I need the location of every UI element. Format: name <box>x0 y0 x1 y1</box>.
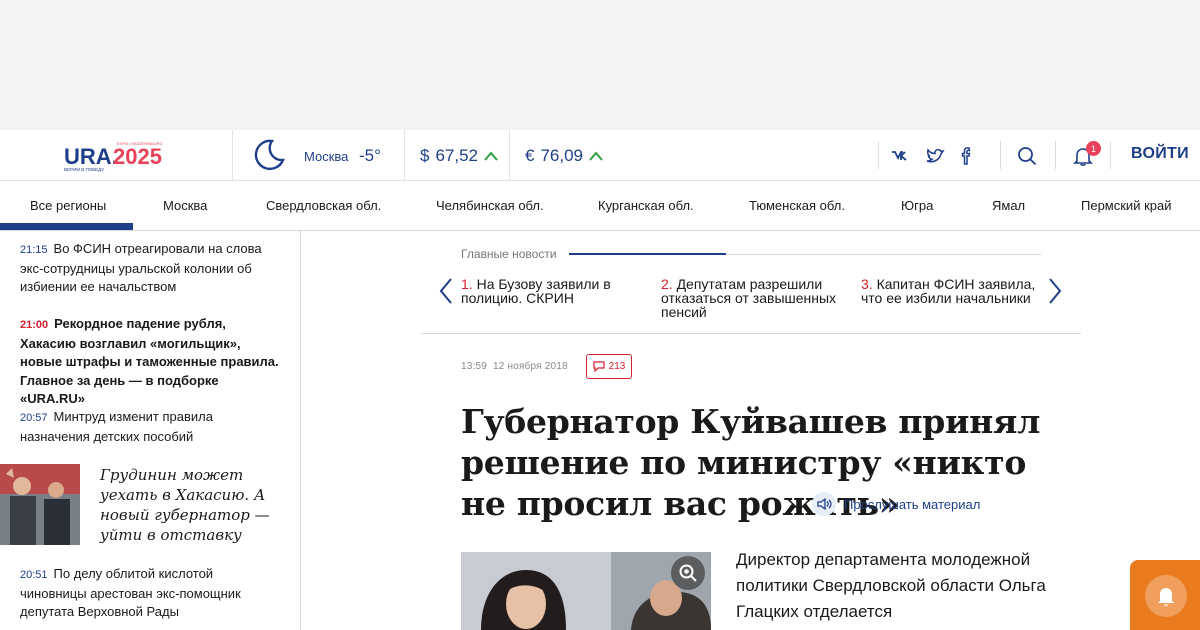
feed-time: 20:51 <box>20 569 48 581</box>
speaker-icon <box>812 492 836 516</box>
bell-icon <box>1145 575 1187 617</box>
article-meta: 13:59 12 ноября 2018 <box>461 361 568 372</box>
main-news-text: На Бузову заявили в полицию. СКРИН <box>461 276 611 306</box>
main-news-label: Главные новости <box>461 247 557 261</box>
feed-item[interactable]: 21:00 Рекордное падение рубля, Хакасию во… <box>20 315 282 409</box>
region-tab-yugra[interactable]: Югра <box>901 198 933 213</box>
region-tab-moscow[interactable]: Москва <box>163 198 207 213</box>
feed-text: Минтруд изменит правила назначения детск… <box>20 409 213 444</box>
region-tab-kurgan[interactable]: Курганская обл. <box>598 198 694 213</box>
feed-time: 21:00 <box>20 319 49 331</box>
weather-city[interactable]: Москва <box>304 149 348 164</box>
logo-main: URA. <box>64 144 118 169</box>
login-button[interactable]: ВОЙТИ <box>1131 145 1189 163</box>
feed-item[interactable]: 20:57 Минтруд изменит правила назначения … <box>20 408 282 446</box>
feed-text: Во ФСИН отреагировали на слова экс-сотру… <box>20 241 262 294</box>
active-region-indicator <box>0 223 133 230</box>
usd-rate[interactable]: $ 67,52 <box>420 146 498 166</box>
search-icon[interactable] <box>1016 145 1038 167</box>
main-news-progress <box>569 253 726 255</box>
feed-feature-photo[interactable] <box>0 464 80 545</box>
logo-small-top: EXPO | EKATERINBURG <box>117 141 163 146</box>
article-lead: Директор департамента молодежной политик… <box>736 550 1046 621</box>
article-time: 13:59 <box>461 361 488 372</box>
comment-icon <box>593 361 605 372</box>
listen-button[interactable]: Прослушать материал <box>812 492 980 516</box>
feed-item[interactable]: 21:15 Во ФСИН отреагировали на слова экс-… <box>20 240 282 297</box>
moon-icon <box>254 139 285 171</box>
news-feed: 21:15 Во ФСИН отреагировали на слова экс-… <box>0 231 301 630</box>
main-news-item[interactable]: 1. На Бузову заявили в полицию. СКРИН <box>461 277 651 305</box>
header-divider <box>1110 141 1111 169</box>
region-tab-sverdlovsk[interactable]: Свердловская обл. <box>266 198 381 213</box>
region-tab-all[interactable]: Все регионы <box>30 198 106 213</box>
site-header: URA. 2025 EXPO | EKATERINBURG ВЕРИМ В ПО… <box>0 130 1200 181</box>
region-tab-chelyabinsk[interactable]: Челябинская обл. <box>436 198 544 213</box>
trend-up-icon <box>589 151 603 161</box>
weather-temp: -5° <box>359 146 381 165</box>
eur-symbol: € <box>525 146 535 165</box>
eur-value: 76,09 <box>540 146 584 165</box>
site-logo[interactable]: URA. 2025 EXPO | EKATERINBURG ВЕРИМ В ПО… <box>64 140 170 172</box>
header-divider <box>232 130 233 180</box>
notification-badge: 1 <box>1086 141 1101 156</box>
trend-up-icon <box>484 151 498 161</box>
main-news-item[interactable]: 3. Капитан ФСИН заявила, что ее избили н… <box>861 277 1036 305</box>
comments-button[interactable]: 213 <box>586 354 632 379</box>
vk-icon[interactable] <box>890 145 912 167</box>
header-divider <box>509 130 510 180</box>
header-divider <box>878 141 879 169</box>
header-divider <box>404 130 405 180</box>
twitter-icon[interactable] <box>924 145 946 167</box>
main-news-text: Депутатам разрешили отказаться от завыше… <box>661 276 837 320</box>
main-news-item[interactable]: 2. Депутатам разрешили отказаться от зав… <box>661 277 851 319</box>
zoom-icon[interactable] <box>671 556 705 590</box>
region-tab-yamal[interactable]: Ямал <box>992 198 1025 213</box>
feed-time: 20:57 <box>20 412 48 424</box>
usd-value: 67,52 <box>435 146 479 165</box>
feed-item[interactable]: 20:51 По делу облитой кислотой чиновницы … <box>20 565 282 622</box>
feed-feature-title[interactable]: Грудинин может уехать в Хакасию. А новый… <box>100 465 290 545</box>
eur-rate[interactable]: € 76,09 <box>525 146 603 166</box>
feed-text: По делу облитой кислотой чиновницы арест… <box>20 566 241 619</box>
top-ad-banner <box>0 0 1200 130</box>
chevron-left-icon[interactable] <box>439 278 453 304</box>
logo-small-bottom: ВЕРИМ В ПОБЕДУ <box>64 167 104 172</box>
feed-text: Рекордное падение рубля, Хакасию возглав… <box>20 316 279 406</box>
push-subscribe-button[interactable] <box>1130 560 1200 630</box>
facebook-icon[interactable] <box>956 145 978 167</box>
region-tab-tyumen[interactable]: Тюменская обл. <box>749 198 845 213</box>
header-divider <box>1000 141 1001 169</box>
region-tab-perm[interactable]: Пермский край <box>1081 198 1171 213</box>
regions-nav: Все регионы Москва Свердловская обл. Чел… <box>0 181 1200 231</box>
logo-year: 2025 <box>113 144 162 169</box>
main-news-text: Капитан ФСИН заявила, что ее избили нача… <box>861 276 1036 306</box>
article-date: 12 ноября 2018 <box>493 361 568 372</box>
chevron-right-icon[interactable] <box>1048 278 1062 304</box>
usd-symbol: $ <box>420 146 430 165</box>
comments-count: 213 <box>608 361 626 372</box>
feed-time: 21:15 <box>20 244 48 256</box>
header-divider <box>1055 141 1056 169</box>
listen-label: Прослушать материал <box>844 496 981 512</box>
main-news-divider <box>421 333 1081 334</box>
